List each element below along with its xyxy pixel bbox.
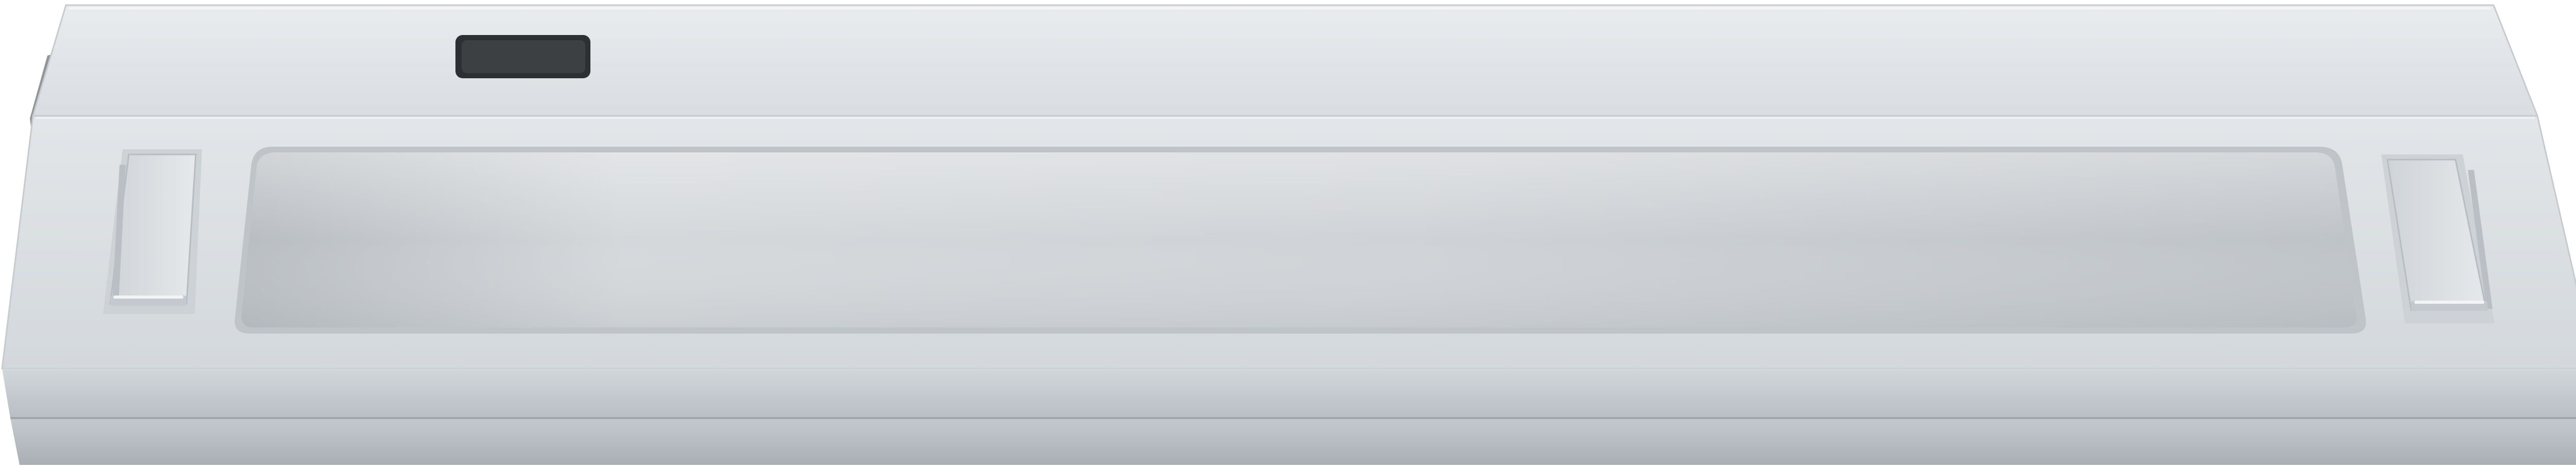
power-switch [455, 35, 590, 78]
base-strip [10, 418, 2576, 465]
product-photo [0, 0, 2576, 468]
top-face [31, 4, 2539, 117]
diffuser-shading [241, 152, 2357, 327]
light-bar-illustration [1, 4, 2576, 465]
front-edge [2, 369, 2576, 418]
